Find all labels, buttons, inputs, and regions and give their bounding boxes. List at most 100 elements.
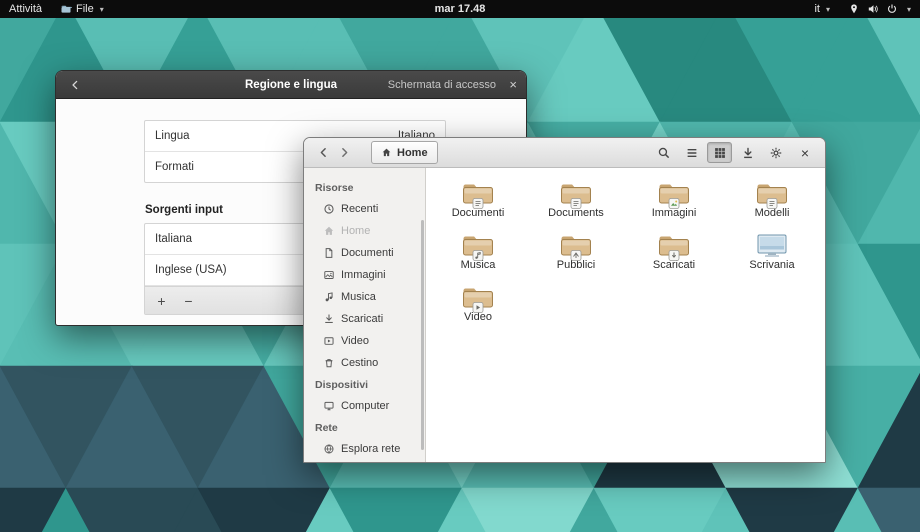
home-icon xyxy=(381,147,392,158)
keyboard-layout-indicator[interactable]: it ▾ xyxy=(805,0,839,18)
files-headerbar[interactable]: Home × xyxy=(304,138,825,168)
keyboard-layout-label: it xyxy=(814,3,820,15)
formats-label: Formati xyxy=(155,161,194,173)
input-source-label: Italiana xyxy=(155,233,192,245)
location-home-button[interactable]: Home xyxy=(371,141,438,164)
sidebar-item-musica[interactable]: Musica xyxy=(304,286,425,308)
volume-icon xyxy=(867,3,879,15)
language-label: Lingua xyxy=(155,130,190,142)
folder-label: Scrivania xyxy=(749,259,794,271)
sidebar-section-rete: Rete xyxy=(304,417,425,438)
gear-icon[interactable] xyxy=(763,142,788,163)
files-app-icon xyxy=(60,3,72,15)
activities-button[interactable]: Attività xyxy=(0,0,51,18)
sidebar-item-home[interactable]: Home xyxy=(304,220,425,242)
chevron-down-icon: ▾ xyxy=(907,5,911,14)
computer-icon xyxy=(323,400,335,412)
search-icon[interactable] xyxy=(651,142,676,163)
document-icon xyxy=(323,247,335,259)
sidebar-item-label: Immagini xyxy=(341,269,386,281)
settings-titlebar[interactable]: Regione e lingua Schermata di accesso × xyxy=(56,71,526,99)
sidebar-item-video[interactable]: Video xyxy=(304,330,425,352)
login-screen-button[interactable]: Schermata di accesso xyxy=(388,79,496,91)
sidebar-item-esplora-rete[interactable]: Esplora rete xyxy=(304,438,425,460)
folder-immagini[interactable]: Immagini xyxy=(625,178,723,230)
folder-icon xyxy=(461,180,495,207)
desktop: Attività File ▾ mar 17.48 it ▾ xyxy=(0,0,920,532)
sidebar-section-risorse: Risorse xyxy=(304,177,425,198)
folder-modelli[interactable]: Modelli xyxy=(723,178,821,230)
back-button[interactable] xyxy=(65,75,85,95)
system-menu[interactable]: ▾ xyxy=(839,0,920,18)
download-icon xyxy=(323,313,335,325)
settings-window-title: Regione e lingua xyxy=(245,79,337,91)
top-bar: Attività File ▾ mar 17.48 it ▾ xyxy=(0,0,920,18)
files-window: Home × xyxy=(303,137,826,463)
music-icon xyxy=(323,291,335,303)
grid-view-icon[interactable] xyxy=(707,142,732,163)
sidebar-item-label: Scaricati xyxy=(341,313,383,325)
document-emblem-icon xyxy=(473,198,484,209)
sidebar-item-immagini[interactable]: Immagini xyxy=(304,264,425,286)
sidebar-item-label: Documenti xyxy=(341,247,394,259)
files-content: Documenti Documents xyxy=(426,168,825,462)
close-icon[interactable]: × xyxy=(509,71,517,98)
desktop-icon xyxy=(755,232,789,259)
sidebar-item-label: Esplora rete xyxy=(341,443,400,455)
download-arrow-icon[interactable] xyxy=(735,142,760,163)
sidebar-item-label: Cestino xyxy=(341,357,378,369)
image-icon xyxy=(323,269,335,281)
sidebar-item-recenti[interactable]: Recenti xyxy=(304,198,425,220)
app-menu-button[interactable]: File ▾ xyxy=(51,0,113,18)
folder-pubblici[interactable]: Pubblici xyxy=(527,230,625,282)
sidebar-scrollbar[interactable] xyxy=(421,220,424,450)
remove-source-button[interactable]: − xyxy=(175,290,202,311)
share-emblem-icon xyxy=(571,250,582,261)
clock-icon xyxy=(323,203,335,215)
list-view-icon[interactable] xyxy=(679,142,704,163)
music-emblem-icon xyxy=(473,250,484,261)
home-icon xyxy=(323,225,335,237)
sidebar-item-documenti[interactable]: Documenti xyxy=(304,242,425,264)
sidebar-item-computer[interactable]: Computer xyxy=(304,395,425,417)
close-icon[interactable]: × xyxy=(794,142,816,163)
sidebar-item-label: Musica xyxy=(341,291,376,303)
folder-icon xyxy=(559,232,593,259)
sidebar-item-scaricati[interactable]: Scaricati xyxy=(304,308,425,330)
document-emblem-icon xyxy=(571,198,582,209)
sidebar-section-dispositivi: Dispositivi xyxy=(304,374,425,395)
sidebar-item-label: Home xyxy=(341,225,370,237)
folder-video[interactable]: Video xyxy=(429,282,527,334)
folder-icon xyxy=(755,180,789,207)
trash-icon xyxy=(323,357,335,369)
folder-icon xyxy=(657,180,691,207)
folder-musica[interactable]: Musica xyxy=(429,230,527,282)
video-emblem-icon xyxy=(473,302,484,313)
back-button[interactable] xyxy=(313,142,334,163)
sidebar-item-cestino[interactable]: Cestino xyxy=(304,352,425,374)
download-emblem-icon xyxy=(669,250,680,261)
location-label: Home xyxy=(397,147,428,159)
sidebar-item-label: Computer xyxy=(341,400,389,412)
folder-documenti[interactable]: Documenti xyxy=(429,178,527,230)
files-grid: Documenti Documents xyxy=(429,178,825,334)
forward-button[interactable] xyxy=(334,142,355,163)
location-icon xyxy=(848,3,860,15)
template-emblem-icon xyxy=(767,198,778,209)
sidebar-item-label: Video xyxy=(341,335,369,347)
folder-scrivania[interactable]: Scrivania xyxy=(723,230,821,282)
network-icon xyxy=(323,443,335,455)
folder-scaricati[interactable]: Scaricati xyxy=(625,230,723,282)
folder-icon xyxy=(461,232,495,259)
sidebar-item-label: Recenti xyxy=(341,203,378,215)
clock[interactable]: mar 17.48 xyxy=(426,0,495,18)
add-source-button[interactable]: + xyxy=(148,290,175,311)
video-icon xyxy=(323,335,335,347)
folder-icon xyxy=(461,284,495,311)
folder-documents[interactable]: Documents xyxy=(527,178,625,230)
chevron-down-icon: ▾ xyxy=(826,5,830,14)
image-emblem-icon xyxy=(669,198,680,209)
files-sidebar: Risorse Recenti Home Documenti Immagini xyxy=(304,168,426,462)
chevron-down-icon: ▾ xyxy=(100,5,104,14)
folder-icon xyxy=(657,232,691,259)
